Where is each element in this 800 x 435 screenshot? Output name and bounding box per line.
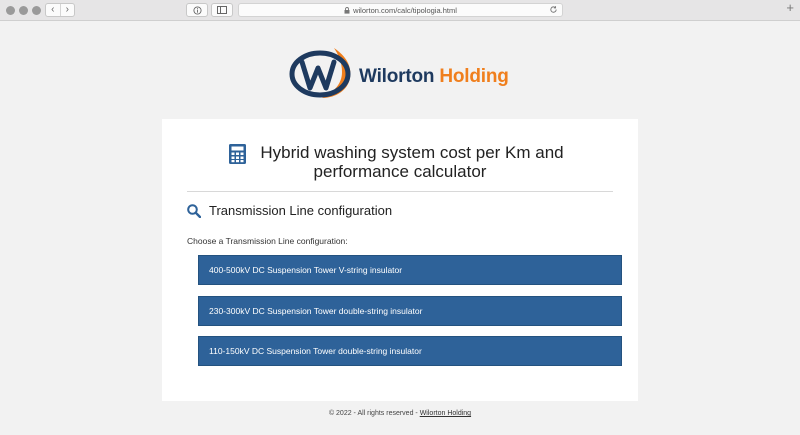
- brand-name: Wilorton Holding: [359, 66, 509, 88]
- brand-name-main: Wilorton: [359, 66, 435, 87]
- section-header: Transmission Line configuration: [187, 203, 392, 218]
- sidebar-button[interactable]: [211, 3, 233, 17]
- calculator-card: Hybrid washing system cost per Km and pe…: [162, 119, 638, 401]
- title-divider: [187, 191, 613, 192]
- brand-logo[interactable]: Wilorton Holding: [288, 40, 518, 102]
- lock-icon: [344, 6, 350, 14]
- option-button-230-300kv[interactable]: 230-300kV DC Suspension Tower double-str…: [198, 296, 622, 326]
- sidebar-icon: [217, 6, 227, 14]
- info-icon: [192, 5, 202, 15]
- zoom-window-button[interactable]: [32, 6, 41, 15]
- title-line-1: Hybrid washing system cost per Km and: [260, 143, 564, 162]
- brand-name-accent: Holding: [439, 66, 509, 87]
- search-icon: [187, 203, 201, 218]
- footer: © 2022 - All rights reserved - Wilorton …: [0, 410, 800, 417]
- nav-buttons: ‹ ›: [45, 3, 75, 17]
- forward-button[interactable]: ›: [61, 4, 75, 16]
- footer-text: © 2022 - All rights reserved -: [328, 410, 420, 417]
- minimize-window-button[interactable]: [19, 6, 28, 15]
- reader-button[interactable]: [186, 3, 208, 17]
- section-title: Transmission Line configuration: [209, 203, 393, 218]
- page-title: Hybrid washing system cost per Km and pe…: [162, 143, 638, 182]
- browser-toolbar: ‹ › wilorton.com/calc/tipologia.html +: [0, 0, 800, 21]
- config-prompt: Choose a Transmission Line configuration…: [187, 236, 348, 246]
- option-button-400-500kv[interactable]: 400-500kV DC Suspension Tower V-string i…: [198, 255, 622, 285]
- new-tab-plus-icon[interactable]: +: [786, 1, 794, 14]
- reload-icon[interactable]: [549, 5, 558, 14]
- close-window-button[interactable]: [6, 6, 15, 15]
- logo-mark-icon: [289, 48, 351, 98]
- back-button[interactable]: ‹: [46, 4, 61, 16]
- footer-link[interactable]: Wilorton Holding: [420, 410, 471, 417]
- address-bar[interactable]: wilorton.com/calc/tipologia.html: [238, 3, 563, 17]
- title-line-2: performance calculator: [313, 162, 487, 181]
- option-button-110-150kv[interactable]: 110-150kV DC Suspension Tower double-str…: [198, 336, 622, 366]
- url-text: wilorton.com/calc/tipologia.html: [353, 5, 457, 15]
